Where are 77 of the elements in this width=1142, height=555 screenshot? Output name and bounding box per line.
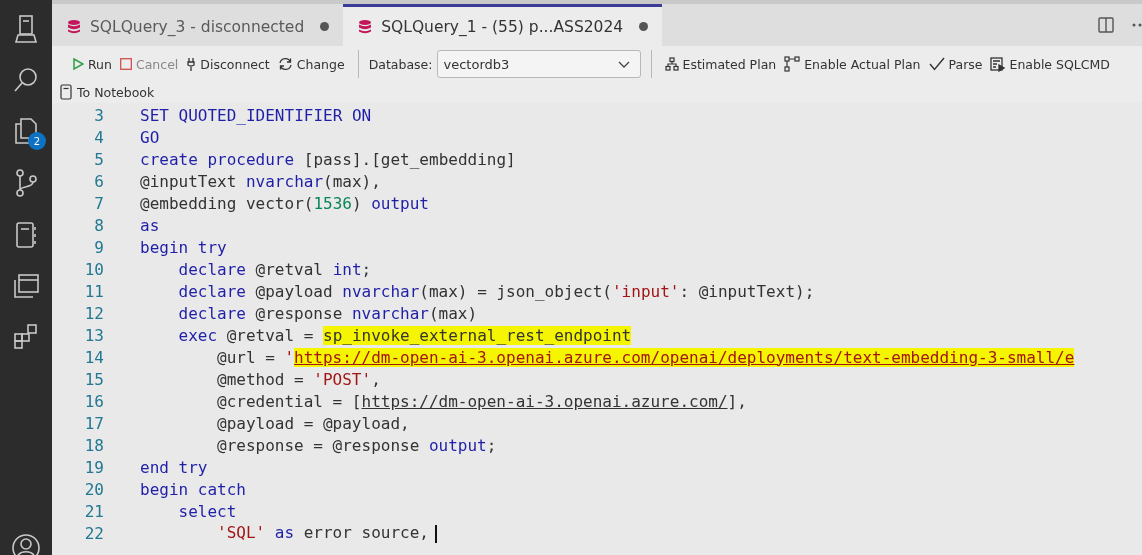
toolbar-button[interactable]: Run (70, 54, 115, 74)
line-number: 20 (83, 479, 104, 499)
line-number: 15 (83, 369, 104, 389)
code-line: create procedure [pass].[get_embedding] (140, 149, 516, 169)
unsaved-dot (320, 22, 330, 31)
code-line: end try (140, 457, 208, 477)
unsaved-dot (639, 22, 649, 31)
nodes-icon (784, 56, 801, 72)
play-icon (73, 58, 84, 70)
toolbar-button[interactable]: Disconnect (183, 54, 273, 74)
windows-icon[interactable] (12, 272, 40, 300)
notebook-icon[interactable] (13, 220, 39, 250)
line-number: 4 (93, 127, 104, 147)
line-number: 11 (83, 281, 104, 301)
line-number: 5 (93, 149, 104, 169)
editor-tab[interactable]: SQLQuery_3 - disconnected (52, 4, 344, 46)
split-editor-icon[interactable] (1098, 17, 1114, 33)
code-line: @payload = @payload, (217, 413, 410, 433)
line-number: 19 (83, 457, 104, 477)
code-line: begin catch (140, 479, 246, 499)
account-icon[interactable] (11, 533, 41, 555)
search-icon[interactable] (12, 66, 40, 94)
code-line: select (178, 501, 237, 521)
toolbar-button[interactable]: Parse (925, 54, 986, 74)
chevron-down-icon (617, 60, 630, 68)
line-number: 3 (93, 105, 104, 125)
line-number: 22 (83, 523, 104, 543)
line-number: 10 (83, 259, 104, 279)
check-icon (928, 57, 945, 71)
code-line: as (140, 215, 160, 235)
refresh-icon (277, 57, 293, 71)
database-icon (68, 19, 80, 34)
database-label: Database: (368, 56, 433, 72)
line-number: 16 (83, 391, 104, 411)
notebook-icon (60, 84, 73, 100)
extensions-icon[interactable] (12, 322, 40, 350)
toolbar-button[interactable]: To Notebook (57, 82, 158, 102)
files-icon[interactable] (12, 116, 40, 146)
line-number: 9 (93, 237, 104, 257)
toolbar-button[interactable]: Estimated Plan (661, 54, 780, 74)
code-line: SET QUOTED_IDENTIFIER ON (140, 105, 372, 125)
line-number: 12 (83, 303, 104, 323)
line-number: 21 (83, 501, 104, 521)
database-icon (359, 19, 372, 34)
terminal-doc-icon (990, 56, 1006, 72)
notification-badge: 2 (28, 132, 46, 150)
code-line: GO (140, 127, 160, 147)
line-number: 7 (93, 193, 104, 213)
line-number: 18 (83, 435, 104, 455)
code-line: declare @payload nvarchar(max) = json_object('input': @inputText); (178, 281, 815, 301)
code-line: declare @response nvarchar(max) (178, 303, 478, 323)
stop-icon (119, 58, 132, 70)
code-line: begin try (140, 237, 227, 257)
branch-icon[interactable] (13, 168, 39, 198)
code-line: @method = 'POST', (217, 369, 381, 389)
code-line: @inputText nvarchar(max), (140, 171, 381, 191)
code-line: exec @retval = sp_invoke_external_rest_endpoint (178, 325, 632, 345)
hierarchy-icon (664, 57, 679, 71)
server-icon[interactable] (13, 14, 39, 44)
line-number: 8 (93, 215, 104, 235)
line-number: 17 (83, 413, 104, 433)
toolbar-button[interactable]: Enable Actual Plan (781, 54, 924, 74)
code-line: @response = @response output; (217, 435, 497, 455)
line-number: 13 (83, 325, 104, 345)
database-dropdown[interactable]: vectordb3 (436, 50, 641, 78)
line-number: 6 (93, 171, 104, 191)
code-line: @url = 'https://dm-open-ai-3.openai.azure.com/openai/deployments/text-embedding-3-small/e (217, 347, 1075, 367)
toolbar-button[interactable]: Enable SQLCMD (987, 54, 1113, 74)
unplug-icon (186, 56, 197, 72)
code-line: 'SQL' as error source, (217, 523, 437, 543)
line-number: 14 (83, 347, 104, 367)
code-line: @credential = [https://dm-open-ai-3.openai.azure.com/], (217, 391, 747, 411)
editor-tab[interactable]: SQLQuery_1 - (55) p...ASS2024 (343, 4, 663, 46)
toolbar-button[interactable]: Change (274, 54, 348, 74)
more-icon[interactable] (1132, 23, 1142, 27)
code-line: @embedding vector(1536) output (140, 193, 429, 213)
code-line: declare @retval int; (178, 259, 372, 279)
